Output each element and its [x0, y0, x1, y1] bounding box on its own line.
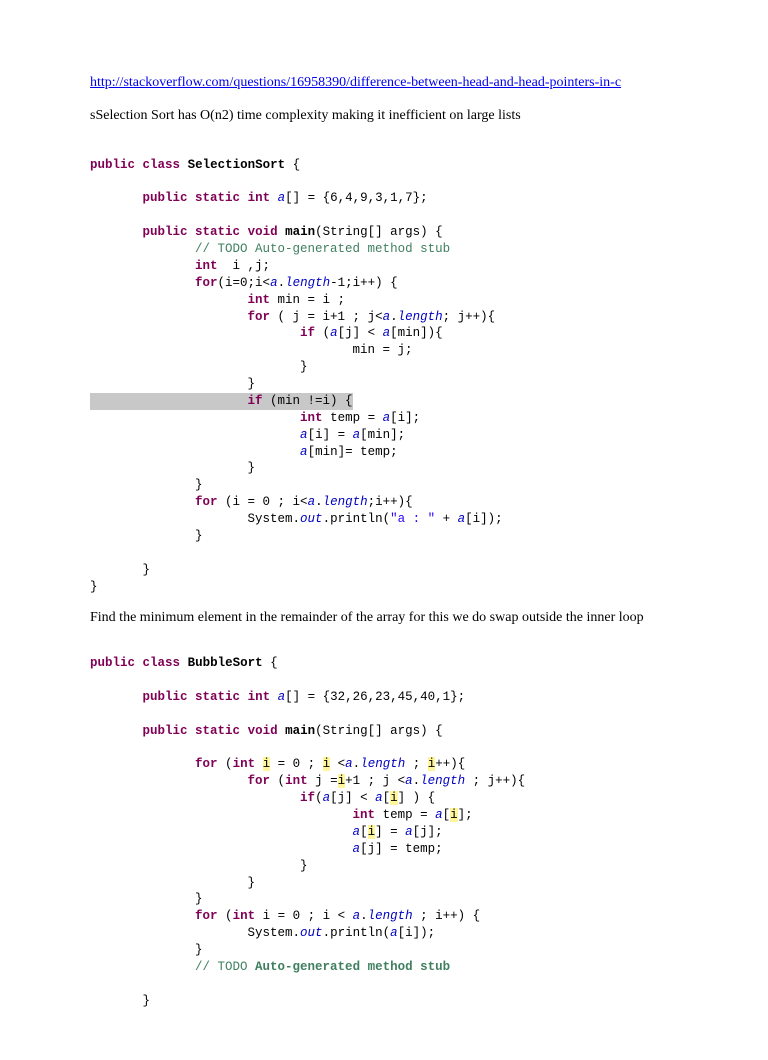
- selection-sort-note: sSelection Sort has O(n2) time complexit…: [90, 107, 678, 126]
- selection-sort-code: public class SelectionSort { public stat…: [90, 140, 678, 596]
- highlighted-line: if (min !=i) {: [90, 393, 353, 410]
- source-link-block: http://stackoverflow.com/questions/16958…: [90, 74, 678, 93]
- bubble-sort-code: public class BubbleSort { public static …: [90, 638, 678, 1009]
- bubble-sort-note: Find the minimum element in the remainde…: [90, 609, 678, 628]
- source-link[interactable]: http://stackoverflow.com/questions/16958…: [90, 75, 621, 90]
